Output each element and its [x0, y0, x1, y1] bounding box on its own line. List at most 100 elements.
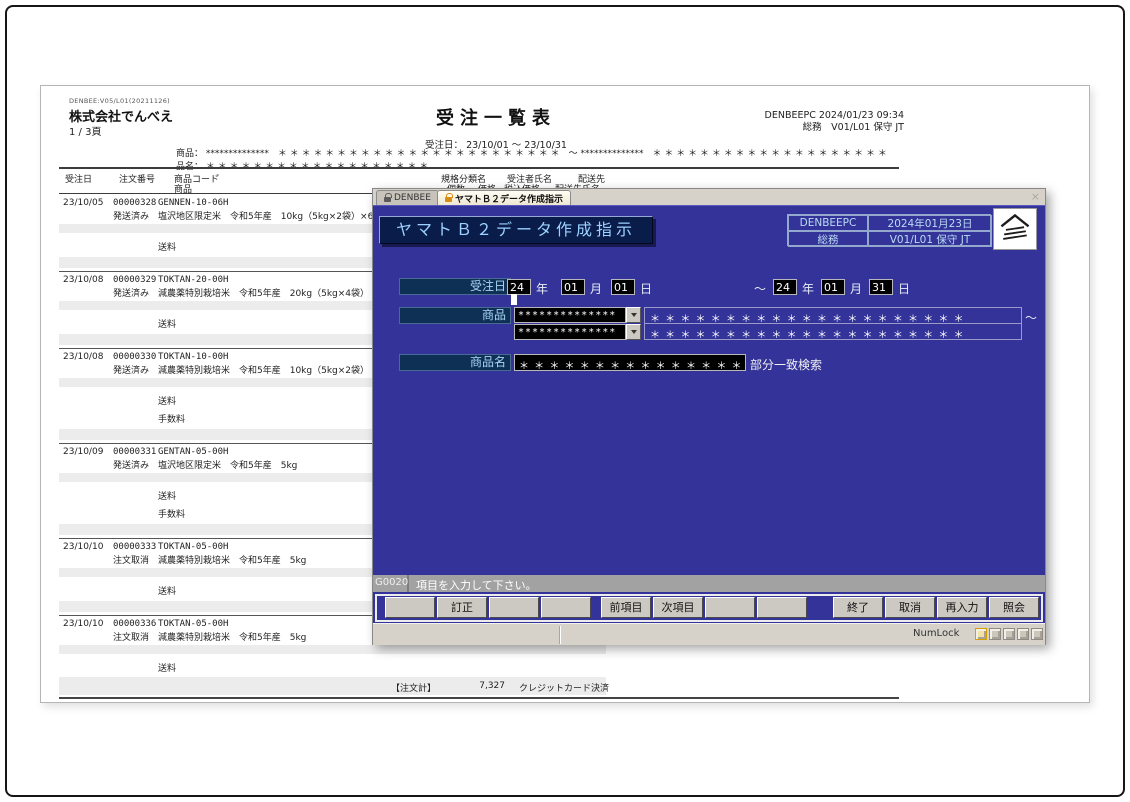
row-shade-band	[59, 645, 606, 654]
payment-method: クレジットカード決済	[519, 681, 609, 694]
pen-icon[interactable]	[1031, 628, 1043, 640]
to-year-field[interactable]: 24	[773, 279, 797, 295]
chevron-down-icon[interactable]	[626, 307, 641, 323]
row-order-no: 00000328	[113, 198, 156, 208]
keyboard-icon[interactable]	[975, 628, 987, 640]
numlock-indicator: NumLock	[913, 628, 959, 639]
order-total-band: 【注文計】 7,327 クレジットカード決済	[59, 677, 606, 695]
lock-icon	[445, 197, 452, 202]
window-icon[interactable]	[989, 628, 1001, 640]
tab-yamato-b2[interactable]: ヤマトＢ２データ作成指示	[437, 190, 571, 205]
company-logo	[993, 208, 1037, 250]
unit-year: 年	[536, 280, 548, 297]
row-product-code: TOKTAN-10-00H	[158, 352, 228, 362]
row-status: 発送済み	[113, 209, 149, 222]
row-order-no: 00000333	[113, 542, 156, 552]
tab-yamato-b2-label: ヤマトＢ２データ作成指示	[455, 192, 563, 205]
printer-icon[interactable]	[1017, 628, 1029, 640]
yamato-b2-window: DENBEE ヤマトＢ２データ作成指示 × ヤマトＢ２データ作成指示 DENBE…	[372, 188, 1046, 645]
fkey-group-2: 前項目次項目	[601, 597, 807, 618]
session-version: V01/L01 保守 JT	[868, 231, 992, 247]
session-date: 2024年01月23日	[868, 215, 992, 231]
report-title: 受注一覧表	[371, 104, 621, 130]
from-day-field[interactable]: 01	[611, 279, 635, 295]
fee-label: 送料	[158, 661, 176, 674]
window-body: ヤマトＢ２データ作成指示 DENBEEPC 2024年01月23日 総務 V01…	[373, 205, 1045, 623]
fkey-blank[interactable]	[385, 597, 435, 618]
col-order-no: 注文番号	[119, 172, 155, 185]
chevron-down-icon[interactable]	[626, 324, 641, 340]
function-key-bar: 訂正 前項目次項目 終了取消再入力照会	[375, 594, 1043, 622]
fkey-blank[interactable]	[489, 597, 539, 618]
fkey-blank[interactable]	[757, 597, 807, 618]
row-product-desc: 減農薬特別栽培米 令和5年産 5kg	[158, 630, 306, 643]
lock-icon	[384, 197, 391, 202]
table-rule-top	[59, 167, 899, 169]
fee-label: 手数料	[158, 412, 185, 425]
fkey-照会[interactable]: 照会	[989, 597, 1039, 618]
partial-match-note: 部分一致検索	[750, 356, 822, 373]
row-order-no: 00000329	[113, 275, 156, 285]
date-range-tilde: ～	[754, 280, 766, 297]
message-bar: G0020 項目を入力して下さい。	[373, 575, 1045, 592]
fkey-終了[interactable]: 終了	[833, 597, 883, 618]
from-month-field[interactable]: 01	[561, 279, 585, 295]
row-product-code: TOKTAN-05-00H	[158, 542, 228, 552]
row-date: 23/10/08	[63, 352, 103, 362]
row-date: 23/10/10	[63, 542, 103, 552]
report-title-block: 受注一覧表 受注日： 23/10/01 ～ 23/10/31	[371, 104, 621, 151]
mountain-logo-icon	[995, 210, 1035, 248]
tab-denbee[interactable]: DENBEE	[376, 190, 439, 205]
to-day-field[interactable]: 31	[869, 279, 893, 295]
session-info-table: DENBEEPC 2024年01月23日 総務 V01/L01 保守 JT	[787, 214, 991, 246]
row-product-code: TOKTAN-05-00H	[158, 619, 228, 629]
total-amount: 7,327	[461, 681, 505, 691]
unit-year: 年	[802, 280, 814, 297]
page-number: 1 / 3頁	[69, 123, 101, 138]
product-code-to-field[interactable]: **************	[514, 324, 626, 340]
row-product-desc: 減農薬特別栽培米 令和5年産 10kg（5kg×2袋）	[158, 363, 369, 376]
message-text: 項目を入力して下さい。	[416, 577, 537, 593]
row-status: 発送済み	[113, 458, 149, 471]
row-product-desc: 減農薬特別栽培米 令和5年産 5kg	[158, 553, 306, 566]
from-year-field[interactable]: 24	[507, 279, 531, 295]
row-status: 注文取消	[113, 553, 149, 566]
phone-icon[interactable]	[1003, 628, 1015, 640]
fee-line: 送料	[41, 661, 1089, 672]
row-date: 23/10/10	[63, 619, 103, 629]
printed-pc-line: DENBEEPC 2024/01/23 09:34	[684, 110, 904, 122]
row-order-no: 00000331	[113, 447, 156, 457]
fkey-blank[interactable]	[705, 597, 755, 618]
row-status: 注文取消	[113, 630, 149, 643]
product-desc-to: ＊ ＊ ＊ ＊ ＊ ＊ ＊ ＊ ＊ ＊ ＊ ＊ ＊ ＊ ＊ ＊ ＊ ＊ ＊ ＊ …	[644, 323, 1022, 340]
fkey-訂正[interactable]: 訂正	[437, 597, 487, 618]
product-code-from-field[interactable]: **************	[514, 307, 626, 323]
row-status: 発送済み	[113, 363, 149, 376]
fkey-前項目[interactable]: 前項目	[601, 597, 651, 618]
close-icon[interactable]: ×	[1031, 190, 1040, 204]
report-system-id: DENBEE:V05/L01(20211126)	[69, 97, 170, 105]
message-code: G0020	[373, 575, 409, 592]
product-label: 商品	[399, 307, 511, 324]
printed-dept-line: 総務 V01/L01 保守 JT	[684, 122, 904, 134]
status-icons	[975, 628, 1043, 640]
table-rule-bottom	[59, 697, 899, 699]
row-product-code: GENNEN-10-06H	[158, 198, 228, 208]
fkey-group-3: 終了取消再入力照会	[833, 597, 1039, 618]
product-name-field[interactable]: ＊ ＊ ＊ ＊ ＊ ＊ ＊ ＊ ＊ ＊ ＊ ＊ ＊ ＊ ＊ ＊ ＊ ＊	[514, 354, 746, 371]
session-pc: DENBEEPC	[788, 215, 868, 231]
print-info: DENBEEPC 2024/01/23 09:34 総務 V01/L01 保守 …	[684, 110, 904, 134]
row-product-desc: 減農薬特別栽培米 令和5年産 20kg（5kg×4袋）	[158, 286, 369, 299]
row-date: 23/10/08	[63, 275, 103, 285]
fee-label: 送料	[158, 489, 176, 502]
name-filter-line: 品名： ＊ ＊ ＊ ＊ ＊ ＊ ＊ ＊ ＊ ＊ ＊ ＊ ＊ ＊ ＊ ＊ ＊ ＊ …	[176, 159, 428, 172]
fkey-blank[interactable]	[541, 597, 591, 618]
to-month-field[interactable]: 01	[821, 279, 845, 295]
fkey-次項目[interactable]: 次項目	[653, 597, 703, 618]
fee-label: 手数料	[158, 507, 185, 520]
fkey-再入力[interactable]: 再入力	[937, 597, 987, 618]
col-order-date: 受注日	[65, 172, 92, 185]
fkey-取消[interactable]: 取消	[885, 597, 935, 618]
session-dept: 総務	[788, 231, 868, 247]
status-divider	[559, 626, 561, 644]
